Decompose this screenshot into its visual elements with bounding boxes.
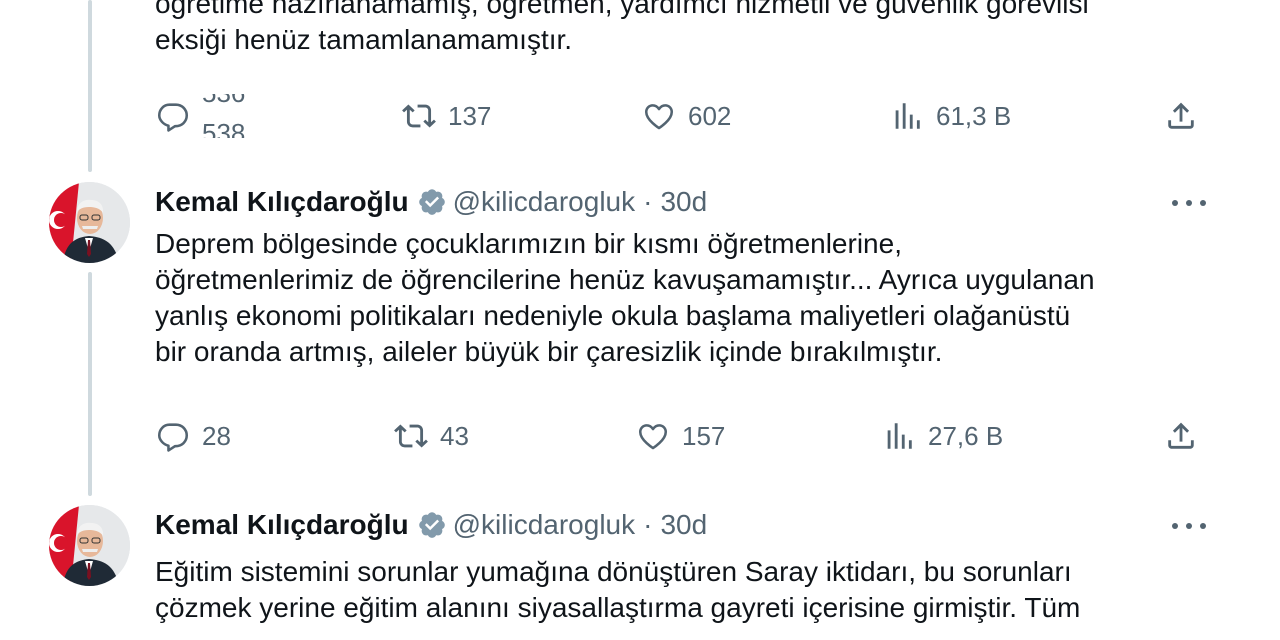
separator-dot: · xyxy=(643,186,653,217)
heart-icon xyxy=(642,99,676,133)
tweet-text-line: eksiği henüz tamamlanamamıştır. xyxy=(155,24,573,55)
share-button[interactable] xyxy=(1164,414,1198,458)
views-icon xyxy=(882,419,916,453)
verified-badge-icon xyxy=(417,187,447,217)
avatar[interactable] xyxy=(49,505,130,586)
retweet-count: 43 xyxy=(440,420,469,451)
reply-count-next: 538 xyxy=(202,118,246,138)
avatar-image xyxy=(49,505,130,586)
tweet-header: Kemal Kılıçdaroğlu @kilicdarogluk · 30d xyxy=(155,508,707,542)
retweet-icon xyxy=(402,99,436,133)
separator-dot: · xyxy=(643,509,653,540)
like-button[interactable]: 157 xyxy=(636,414,725,458)
heart-icon xyxy=(636,419,670,453)
avatar[interactable] xyxy=(49,182,130,263)
reply-count: 536 538 xyxy=(202,94,262,138)
views-count: 27,6 B xyxy=(928,420,1004,451)
reply-button[interactable]: 28 xyxy=(156,414,231,458)
author-name[interactable]: Kemal Kılıçdaroğlu xyxy=(155,509,409,541)
verified-badge-icon xyxy=(417,510,447,540)
like-count: 602 xyxy=(688,100,732,131)
tweet-text-line: Eğitim sistemini sorunlar yumağına dönüş… xyxy=(155,556,1072,587)
views-button[interactable]: 61,3 B xyxy=(890,94,1011,138)
views-count: 61,3 B xyxy=(936,100,1012,131)
share-icon xyxy=(1164,419,1198,453)
tweet-actions: 28 43 157 27,6 B xyxy=(0,414,1280,458)
reply-count-prev: 536 xyxy=(202,94,245,109)
retweet-icon xyxy=(394,419,428,453)
tweet-timestamp[interactable]: 30d xyxy=(660,509,707,541)
tweet-header: Kemal Kılıçdaroğlu @kilicdarogluk · 30d xyxy=(155,185,707,219)
reply-icon xyxy=(156,419,190,453)
tweet-text: öğretime hazırlanamamış, öğretmen, yardı… xyxy=(155,0,1225,58)
tweet-text-line: öğretmenlerimiz de öğrencilerine henüz k… xyxy=(155,264,1095,295)
more-icon[interactable] xyxy=(1172,193,1206,213)
share-icon xyxy=(1164,99,1198,133)
tweet-text-line: Deprem bölgesinde çocuklarımızın bir kıs… xyxy=(155,228,902,259)
retweet-button[interactable]: 137 xyxy=(402,94,491,138)
tweet-timestamp[interactable]: 30d xyxy=(660,186,707,218)
more-icon[interactable] xyxy=(1172,516,1206,536)
like-count: 157 xyxy=(682,420,726,451)
reply-count: 28 xyxy=(202,420,231,451)
avatar-image xyxy=(49,182,130,263)
views-button[interactable]: 27,6 B xyxy=(882,414,1003,458)
thread-line xyxy=(88,272,92,496)
share-button[interactable] xyxy=(1164,94,1198,138)
views-icon xyxy=(890,99,924,133)
author-handle[interactable]: @kilicdarogluk xyxy=(453,509,636,541)
thread-line xyxy=(88,0,92,172)
reply-icon xyxy=(156,99,190,133)
like-button[interactable]: 602 xyxy=(642,94,731,138)
tweet-text: Deprem bölgesinde çocuklarımızın bir kıs… xyxy=(155,226,1225,370)
author-name[interactable]: Kemal Kılıçdaroğlu xyxy=(155,186,409,218)
retweet-count: 137 xyxy=(448,100,492,131)
tweet-text-line: bir oranda artmış, aileler büyük bir çar… xyxy=(155,336,943,367)
tweet-text: Eğitim sistemini sorunlar yumağına dönüş… xyxy=(155,554,1225,626)
tweet-thread: öğretime hazırlanamamış, öğretmen, yardı… xyxy=(0,0,1280,640)
author-handle[interactable]: @kilicdarogluk xyxy=(453,186,636,218)
retweet-button[interactable]: 43 xyxy=(394,414,469,458)
reply-button[interactable]: 536 538 xyxy=(156,94,262,138)
tweet-text-line: çözmek yerine eğitim alanını siyasallaşt… xyxy=(155,592,1081,623)
tweet-text-line: yanlış ekonomi politikaları nedeniyle ok… xyxy=(155,300,1071,331)
tweet-text-line: öğretime hazırlanamamış, öğretmen, yardı… xyxy=(155,0,1089,19)
tweet-actions: 536 538 137 602 61,3 B xyxy=(0,94,1280,138)
